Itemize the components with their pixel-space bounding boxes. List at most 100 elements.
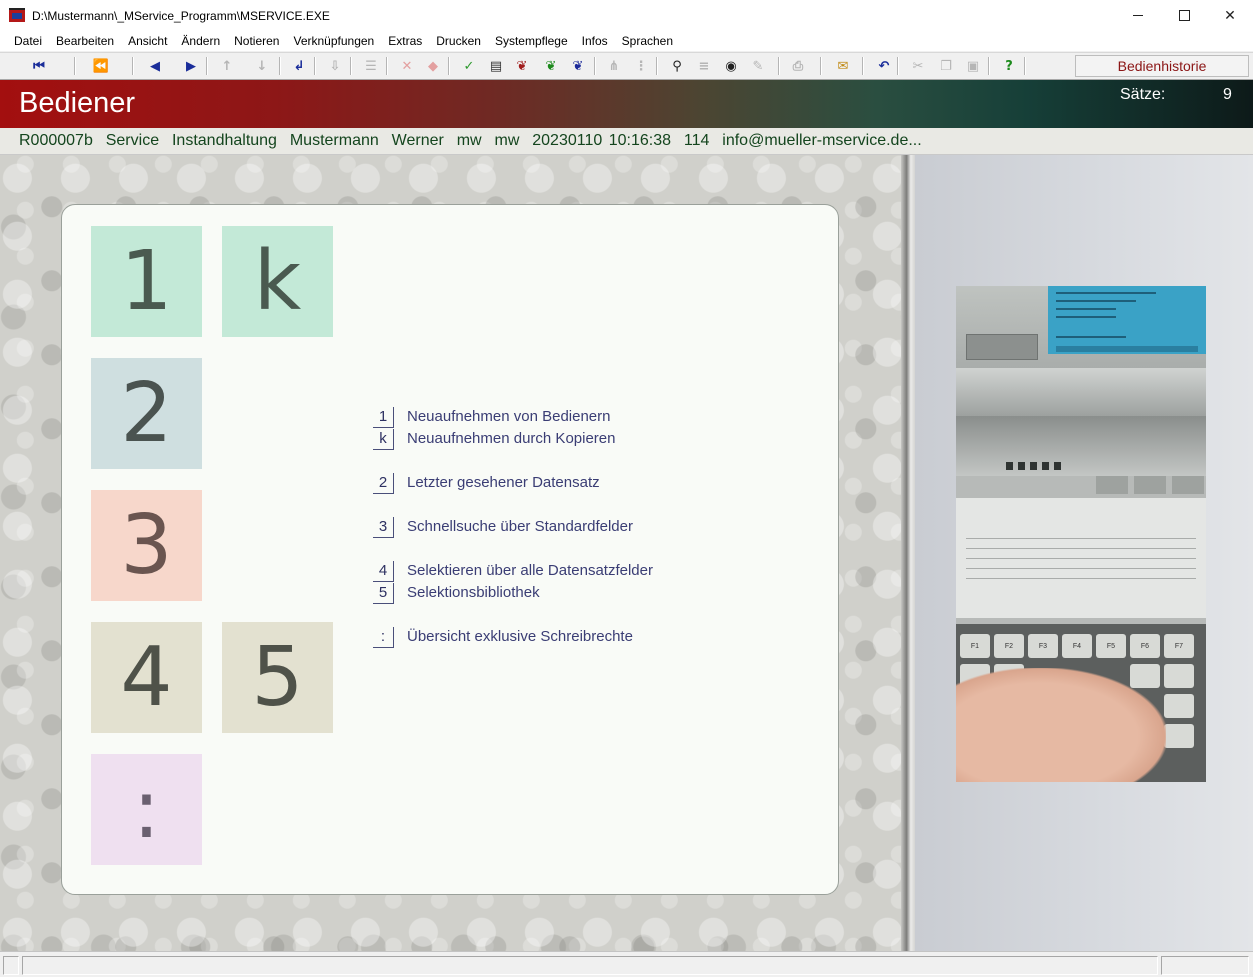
toolbar-separator [448, 57, 450, 75]
option-key: : [373, 627, 394, 648]
option-label: Neuaufnehmen durch Kopieren [407, 430, 616, 447]
tile-3[interactable]: 3 [91, 490, 202, 601]
option-key: k [373, 429, 394, 450]
tile-1[interactable]: 1 [91, 226, 202, 337]
photo-key: F7 [1164, 634, 1194, 658]
menu-drucken[interactable]: Drucken [429, 34, 488, 48]
menu-datei[interactable]: Datei [0, 34, 49, 48]
tile-k[interactable]: k [222, 226, 333, 337]
menu-extras[interactable]: Extras [381, 34, 429, 48]
option-key: 1 [373, 407, 394, 428]
current-record-text: R000007b Service Instandhaltung Musterma… [19, 132, 922, 149]
photo-key: F4 [1062, 634, 1092, 658]
list-icon[interactable]: ≡ [693, 56, 715, 76]
print-icon[interactable]: ⎙ [787, 56, 809, 76]
photo-key: F3 [1028, 634, 1058, 658]
toolbar-separator [778, 57, 780, 75]
photo-hand [956, 668, 1166, 782]
status-field-right [1161, 956, 1249, 975]
records-label: Sätze: [1120, 86, 1166, 103]
toolbar-separator [386, 57, 388, 75]
copy-icon[interactable]: ❐ [935, 56, 957, 76]
option-key: 4 [373, 561, 394, 582]
header-banner: Bediener Sätze: 9 [0, 80, 1253, 128]
minimize-button[interactable] [1115, 0, 1161, 31]
pane-splitter[interactable] [901, 155, 915, 951]
menu-verknuepfungen[interactable]: Verknüpfungen [286, 34, 381, 48]
link-icon[interactable]: ⋔ [603, 56, 625, 76]
tile-2[interactable]: 2 [91, 358, 202, 469]
tile-5[interactable]: 5 [222, 622, 333, 733]
maximize-icon [1178, 10, 1190, 21]
first-record-icon[interactable]: ⏮ [28, 56, 50, 76]
toolbar-separator [74, 57, 76, 75]
binoculars-icon[interactable]: ⚲ [666, 56, 688, 76]
toolbar-separator [279, 57, 281, 75]
eye-icon[interactable]: ◉ [720, 56, 742, 76]
info-icon[interactable]: ⋮ [630, 56, 652, 76]
toolbar: Bedienhistorie ⏮ ⏪ ◀ ▶ ↑ ↓ ↲ ⇩ ☰ ✕ ◆ ✓ ▤ ❦ ❦ ❦ ⋔ ⋮ ⚲ ≡ ◉ ✎ ⎙ ✉ ↶… [0, 52, 1253, 80]
option-label: Selektieren über alle Datensatzfelder [407, 562, 653, 579]
tile-colon[interactable]: : [91, 754, 202, 865]
toolbar-separator [594, 57, 596, 75]
toolbar-separator [132, 57, 134, 75]
option-label: Schnellsuche über Standardfelder [407, 518, 633, 535]
menu-bar: Datei Bearbeiten Ansicht Ändern Notieren… [0, 31, 1253, 51]
option-label: Letzter gesehener Datensatz [407, 474, 600, 491]
toolbar-separator [350, 57, 352, 75]
dragon-blue-icon[interactable]: ❦ [567, 56, 589, 76]
option-key: 3 [373, 517, 394, 538]
toolbar-separator [656, 57, 658, 75]
eraser-icon[interactable]: ◆ [422, 56, 444, 76]
magic-icon[interactable]: ✎ [747, 56, 769, 76]
next-icon[interactable]: ▶ [180, 56, 202, 76]
option-label: Übersicht exklusive Schreibrechte [407, 628, 633, 645]
menu-aendern[interactable]: Ändern [174, 34, 227, 48]
tile-4[interactable]: 4 [91, 622, 202, 733]
document-icon[interactable]: ▤ [485, 56, 507, 76]
move-up-icon[interactable]: ↑ [216, 56, 238, 76]
status-field [3, 956, 19, 975]
toolbar-separator [206, 57, 208, 75]
computer-keyboard-photo: F1 F2 F3 F4 F5 F6 F7 [956, 286, 1206, 782]
option-key: 5 [373, 583, 394, 604]
photo-key: F5 [1096, 634, 1126, 658]
confirm-icon[interactable]: ✓ [458, 56, 480, 76]
bedienhistorie-button[interactable]: Bedienhistorie [1075, 55, 1249, 77]
enter-icon[interactable]: ↲ [288, 56, 310, 76]
status-field-main [22, 956, 1158, 975]
import-icon[interactable]: ⇩ [324, 56, 346, 76]
menu-sprachen[interactable]: Sprachen [615, 34, 680, 48]
photo-key: F6 [1130, 634, 1160, 658]
records-count: 9 [1223, 86, 1232, 103]
dragon-green-icon[interactable]: ❦ [540, 56, 562, 76]
toolbar-separator [1024, 57, 1026, 75]
move-down-icon[interactable]: ↓ [251, 56, 273, 76]
toolbar-separator [314, 57, 316, 75]
menu-bearbeiten[interactable]: Bearbeiten [49, 34, 121, 48]
undo-icon[interactable]: ↶ [873, 56, 895, 76]
help-icon[interactable]: ? [998, 56, 1020, 76]
cut-icon[interactable]: ✂ [907, 56, 929, 76]
menu-infos[interactable]: Infos [575, 34, 615, 48]
toolbar-separator [862, 57, 864, 75]
paste-icon[interactable]: ▣ [962, 56, 984, 76]
tree-icon[interactable]: ☰ [360, 56, 382, 76]
previous-icon[interactable]: ◀ [144, 56, 166, 76]
toolbar-separator [820, 57, 822, 75]
mail-icon[interactable]: ✉ [832, 56, 854, 76]
app-icon [9, 7, 25, 24]
status-bar [0, 951, 1253, 977]
menu-notieren[interactable]: Notieren [227, 34, 286, 48]
menu-ansicht[interactable]: Ansicht [121, 34, 174, 48]
title-bar: D:\Mustermann\_MService_Programm\MSERVIC… [0, 0, 1253, 32]
record-info-bar: R000007b Service Instandhaltung Musterma… [0, 128, 1253, 155]
rewind-icon[interactable]: ⏪ [90, 56, 112, 76]
maximize-button[interactable] [1161, 0, 1207, 31]
delete-icon[interactable]: ✕ [396, 56, 418, 76]
selection-panel: 1 k 2 3 4 5 : 1 Neuaufnehmen von Bediene… [61, 204, 839, 895]
menu-systempflege[interactable]: Systempflege [488, 34, 575, 48]
dragon-red-icon[interactable]: ❦ [511, 56, 533, 76]
close-button[interactable]: ✕ [1207, 0, 1253, 31]
page-title: Bediener [19, 87, 136, 119]
